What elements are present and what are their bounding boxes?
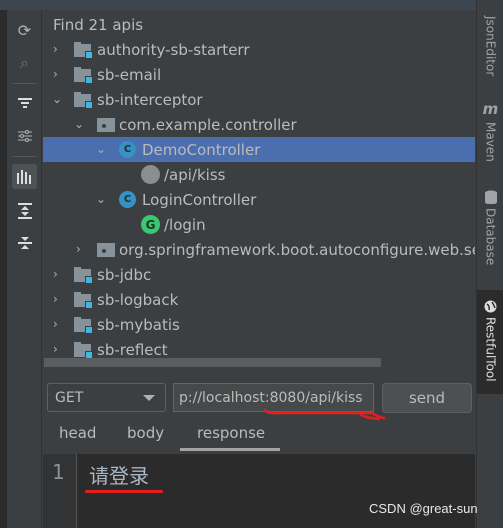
watermark: CSDN @great-sun bbox=[369, 501, 478, 516]
tab-label: RestfulTool bbox=[483, 317, 498, 382]
package-icon bbox=[97, 243, 115, 257]
right-tool-sidebar: JsonEditor m Maven Database RestfulTool bbox=[476, 0, 503, 528]
chevron-right-icon[interactable]: › bbox=[53, 268, 63, 280]
collapse-all-icon[interactable] bbox=[12, 230, 37, 255]
url-value: p://localhost:8080/api/kiss bbox=[179, 389, 363, 406]
tree-item-module[interactable]: ⌄ sb-interceptor bbox=[43, 87, 475, 112]
tree-item-label: authority-sb-starterr bbox=[97, 40, 250, 59]
module-folder-icon bbox=[74, 342, 93, 359]
tree-item-label: DemoController bbox=[142, 140, 261, 159]
tree-item-label: sb-logback bbox=[97, 290, 179, 309]
api-count-label: Find 21 apis bbox=[53, 15, 144, 34]
chevron-down-icon[interactable]: ⌄ bbox=[96, 143, 106, 155]
red-annotation-underline bbox=[262, 408, 385, 421]
sidebar-tab-restfultool[interactable]: RestfulTool bbox=[477, 290, 503, 394]
chevron-right-icon[interactable]: › bbox=[53, 318, 63, 330]
module-folder-icon bbox=[74, 267, 93, 284]
module-folder-icon bbox=[74, 92, 93, 109]
chevron-down-icon[interactable]: ⌄ bbox=[52, 93, 62, 105]
sidebar-tab-database[interactable]: Database bbox=[477, 190, 503, 265]
tree-item-module[interactable]: › sb-mybatis bbox=[43, 312, 475, 337]
line-gutter: 1 bbox=[43, 454, 77, 528]
chart-icon[interactable] bbox=[12, 164, 37, 189]
maven-icon: m bbox=[482, 100, 499, 118]
tree-item-label: /login bbox=[164, 215, 206, 234]
globe-icon bbox=[484, 300, 497, 313]
tab-label: Database bbox=[483, 208, 498, 266]
tree-item-class-selected[interactable]: ⌄ C DemoController bbox=[43, 137, 475, 162]
tree-header: Find 21 apis bbox=[43, 12, 475, 37]
tab-label: JsonEditor bbox=[483, 16, 498, 77]
response-text: 请登录 bbox=[89, 464, 149, 488]
expand-all-icon[interactable] bbox=[12, 198, 37, 223]
sidebar-tab-maven[interactable]: m Maven bbox=[477, 100, 503, 162]
tree-item-label: sb-mybatis bbox=[97, 315, 180, 334]
dropdown-arrow-icon bbox=[143, 395, 155, 401]
sidebar-tab-jsoneditor[interactable]: JsonEditor bbox=[477, 12, 503, 76]
chevron-down-icon[interactable]: ⌄ bbox=[74, 118, 84, 130]
api-tree: Find 21 apis › authority-sb-starterr › sb-… bbox=[43, 10, 475, 365]
response-editor[interactable]: 1 请登录 bbox=[43, 454, 475, 528]
module-folder-icon bbox=[74, 317, 93, 334]
tree-item-class[interactable]: ⌄ C LoginController bbox=[43, 187, 475, 212]
left-edge bbox=[0, 10, 7, 528]
chevron-right-icon[interactable]: › bbox=[76, 243, 86, 255]
tab-body[interactable]: body bbox=[127, 424, 164, 442]
chevron-right-icon[interactable]: › bbox=[53, 293, 63, 305]
chevron-right-icon[interactable]: › bbox=[53, 68, 63, 80]
database-icon bbox=[484, 190, 497, 204]
tree-item-endpoint[interactable]: /api/kiss bbox=[43, 162, 475, 187]
settings-sliders-icon[interactable] bbox=[12, 123, 37, 148]
module-folder-icon bbox=[74, 42, 93, 59]
tab-label: Maven bbox=[483, 122, 498, 162]
tree-item-label: /api/kiss bbox=[164, 165, 226, 184]
red-annotation-underline bbox=[85, 490, 163, 493]
tree-item-label: sb-email bbox=[97, 65, 162, 84]
divider bbox=[12, 83, 37, 84]
tree-item-label: sb-jdbc bbox=[97, 265, 152, 284]
refresh-icon[interactable]: ⟳ bbox=[12, 18, 37, 43]
chevron-right-icon[interactable]: › bbox=[53, 43, 63, 55]
tree-item-module[interactable]: › authority-sb-starterr bbox=[43, 37, 475, 62]
top-bar bbox=[0, 0, 476, 10]
class-icon: C bbox=[119, 191, 136, 208]
tree-item-package[interactable]: › org.springframework.boot.autoconfigure.… bbox=[43, 237, 475, 262]
active-tab-indicator bbox=[180, 448, 280, 451]
tree-item-label: com.example.controller bbox=[119, 115, 297, 134]
divider bbox=[12, 156, 37, 157]
tab-response[interactable]: response bbox=[197, 424, 265, 442]
package-icon bbox=[97, 118, 115, 132]
tree-item-module[interactable]: › sb-email bbox=[43, 62, 475, 87]
method-value: GET bbox=[55, 389, 84, 406]
tree-item-module[interactable]: › sb-jdbc bbox=[43, 262, 475, 287]
tree-item-label: sb-reflect bbox=[97, 340, 168, 359]
horizontal-scrollbar[interactable] bbox=[44, 358, 381, 367]
http-method-select[interactable]: GET bbox=[47, 383, 166, 412]
chevron-right-icon[interactable]: › bbox=[53, 343, 63, 355]
send-button[interactable]: send bbox=[382, 383, 472, 413]
tree-item-label: org.springframework.boot.autoconfigure.w… bbox=[119, 240, 475, 259]
tree-item-label: LoginController bbox=[142, 190, 257, 209]
method-unknown-icon bbox=[141, 165, 160, 184]
tree-item-label: sb-interceptor bbox=[97, 90, 203, 109]
tab-head[interactable]: head bbox=[59, 424, 96, 442]
get-method-icon: G bbox=[141, 215, 160, 234]
module-folder-icon bbox=[74, 292, 93, 309]
line-number: 1 bbox=[52, 460, 65, 484]
search-icon[interactable]: ⌕ bbox=[12, 50, 37, 75]
filter-icon[interactable] bbox=[12, 90, 37, 115]
tree-item-module[interactable]: › sb-logback bbox=[43, 287, 475, 312]
tree-item-endpoint[interactable]: G/login bbox=[43, 212, 475, 237]
tree-item-package[interactable]: ⌄ com.example.controller bbox=[43, 112, 475, 137]
class-icon: C bbox=[119, 141, 136, 158]
tool-strip: ⟳ ⌕ bbox=[7, 10, 42, 528]
module-folder-icon bbox=[74, 67, 93, 84]
chevron-down-icon[interactable]: ⌄ bbox=[96, 193, 106, 205]
